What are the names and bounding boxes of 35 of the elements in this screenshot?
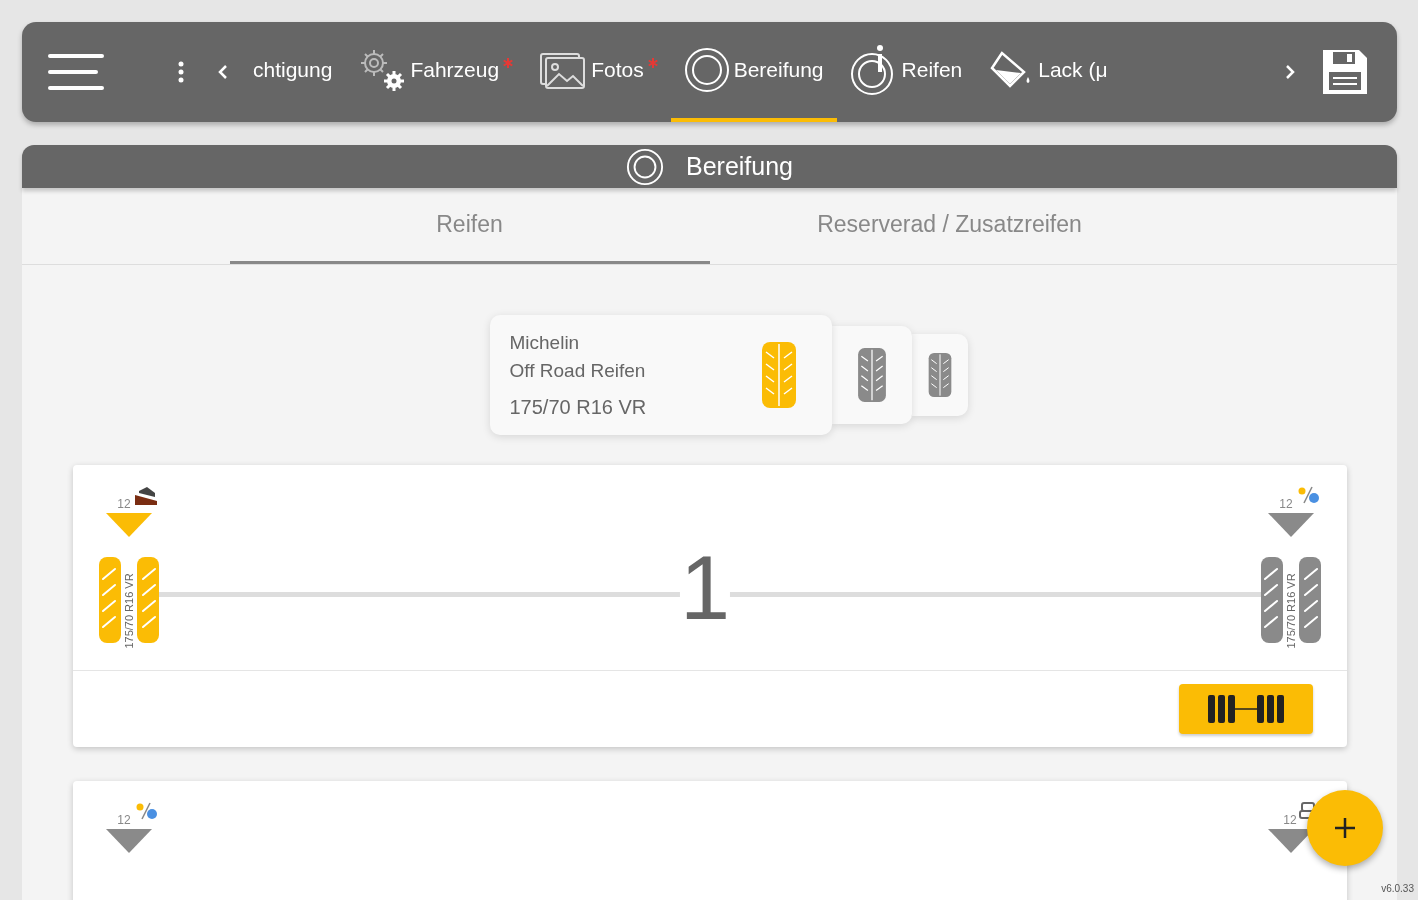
chevron-left-icon[interactable] bbox=[218, 64, 228, 80]
nav-tab[interactable]: Fahrzeug bbox=[345, 22, 527, 122]
tire-ring-icon bbox=[626, 147, 664, 186]
tire-card[interactable]: Michelin Off Road Reifen 175/70 R16 VR bbox=[489, 315, 832, 435]
sub-tab[interactable]: Reserverad / Zusatzreifen bbox=[709, 188, 1190, 264]
save-icon[interactable] bbox=[1321, 48, 1369, 96]
nav-tab[interactable]: Lack (μ bbox=[975, 22, 1121, 122]
tire-size: 175/70 R16 VR bbox=[509, 395, 647, 419]
section-title: Bereifung bbox=[686, 152, 793, 181]
more-options-icon[interactable] bbox=[178, 61, 184, 83]
tire-size-label: 175/70 R16 VR bbox=[1285, 573, 1297, 649]
tread-depth: 12 bbox=[117, 813, 131, 827]
twin-tires-icon bbox=[1206, 694, 1286, 724]
nav-tab[interactable]: chtigung bbox=[240, 22, 346, 122]
tread-depth: 12 bbox=[1283, 813, 1297, 827]
version-label: v6.0.33 bbox=[1381, 883, 1414, 894]
tire-brand: Michelin bbox=[509, 331, 581, 354]
tread-depth: 12 bbox=[1279, 497, 1293, 511]
tread-depth: 12 bbox=[117, 497, 131, 511]
tire-card[interactable] bbox=[911, 334, 968, 416]
nav-tab[interactable]: Fotos bbox=[526, 22, 671, 122]
sub-tab[interactable]: Reifen bbox=[229, 188, 710, 264]
tire-card[interactable] bbox=[831, 326, 912, 424]
tire-ring-icon bbox=[683, 47, 730, 93]
gears-icon bbox=[358, 47, 407, 93]
tire-model: Off Road Reifen bbox=[509, 359, 647, 382]
twin-tires-button[interactable] bbox=[1179, 684, 1313, 734]
tire-size-label: 175/70 R16 VR bbox=[123, 573, 135, 649]
chevron-right-icon[interactable] bbox=[1285, 64, 1295, 80]
nav-tab[interactable]: Bereifung bbox=[670, 22, 837, 122]
photos-icon bbox=[539, 50, 588, 90]
terrain-icon bbox=[132, 485, 159, 505]
menu-icon[interactable] bbox=[48, 52, 104, 92]
nav-tab[interactable]: Reifen bbox=[836, 22, 976, 122]
plus-icon bbox=[1334, 817, 1356, 839]
